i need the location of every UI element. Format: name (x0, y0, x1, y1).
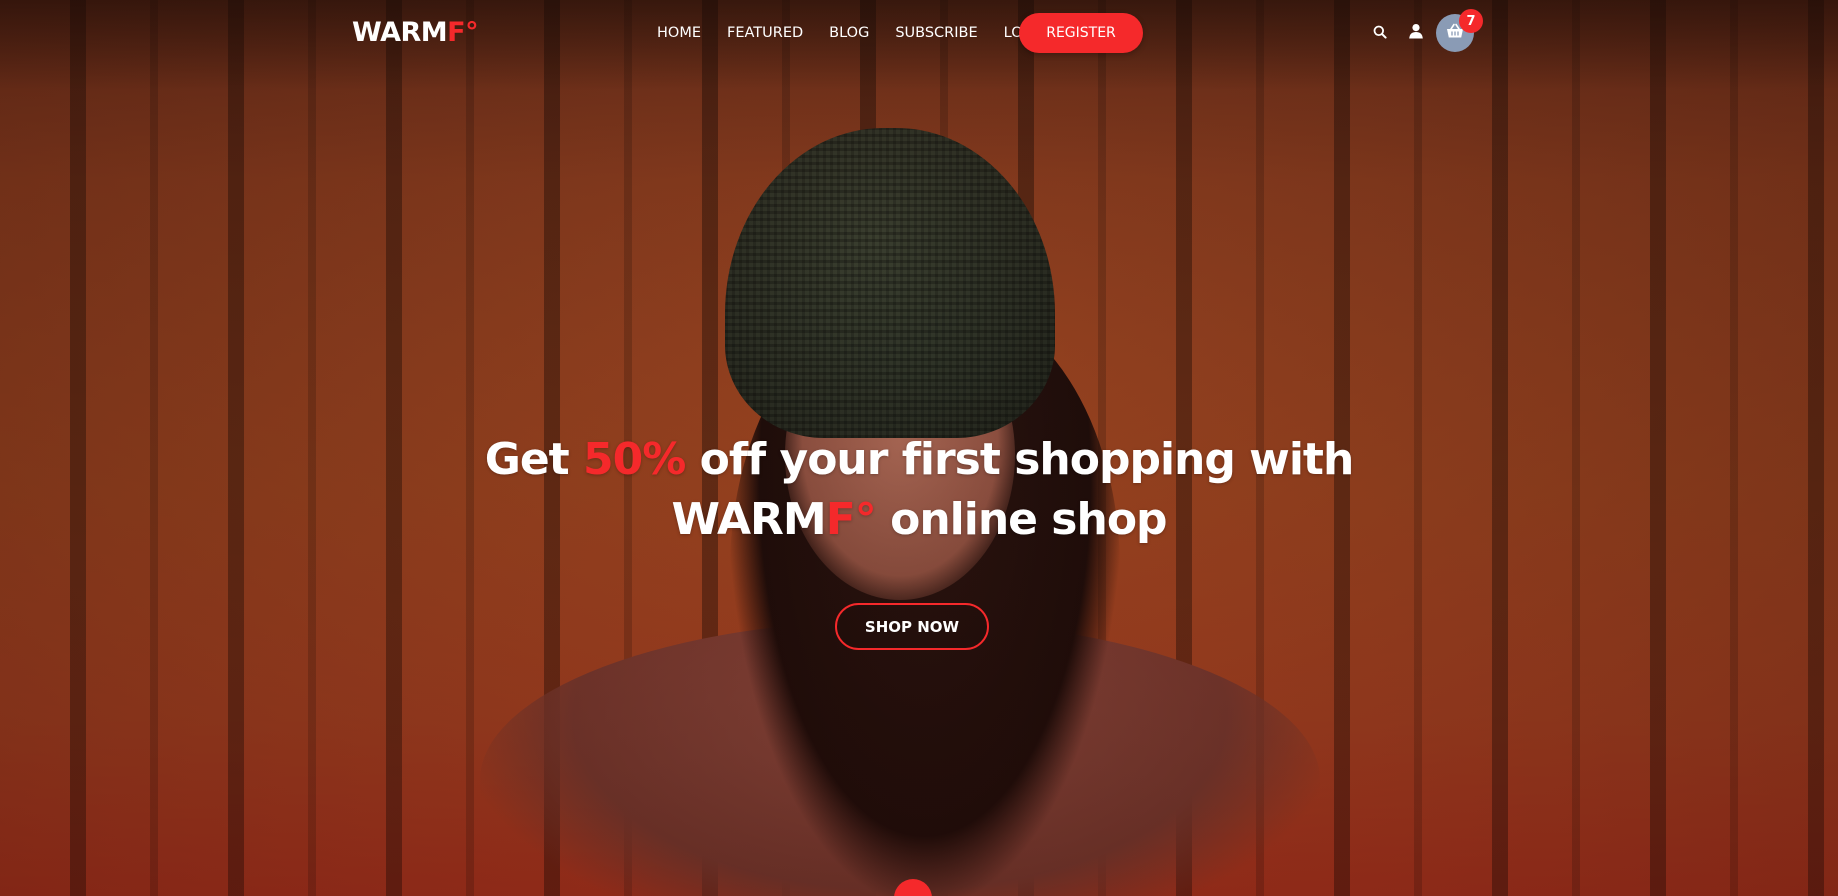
headline-highlight: 50% (583, 434, 686, 485)
nav-featured[interactable]: FEATURED (727, 22, 803, 44)
register-button[interactable]: REGISTER (1019, 13, 1143, 53)
search-icon[interactable] (1373, 24, 1387, 39)
headline-brand-main: WARM (671, 494, 826, 545)
site-header: WARMF° HOME FEATURED BLOG SUBSCRIBE LOGI… (0, 0, 1838, 68)
user-icon[interactable] (1408, 23, 1424, 39)
logo-main: WARM (352, 17, 448, 48)
main-nav: HOME FEATURED BLOG SUBSCRIBE LOGIN (657, 22, 1075, 44)
nav-blog[interactable]: BLOG (829, 22, 869, 44)
shop-now-button[interactable]: SHOP NOW (835, 603, 989, 650)
nav-subscribe[interactable]: SUBSCRIBE (895, 22, 977, 44)
headline-mid: off your first shopping with (685, 434, 1355, 485)
headline-brand-accent: F° (825, 494, 877, 545)
headline-prefix: Get (484, 434, 584, 485)
hero-headline: Get 50% off your first shopping with WAR… (419, 430, 1419, 550)
logo-accent: F° (447, 17, 479, 48)
cart-count-badge: 7 (1459, 9, 1483, 33)
logo[interactable]: WARMF° (352, 17, 479, 48)
headline-suffix: online shop (875, 494, 1167, 545)
nav-home[interactable]: HOME (657, 22, 701, 44)
